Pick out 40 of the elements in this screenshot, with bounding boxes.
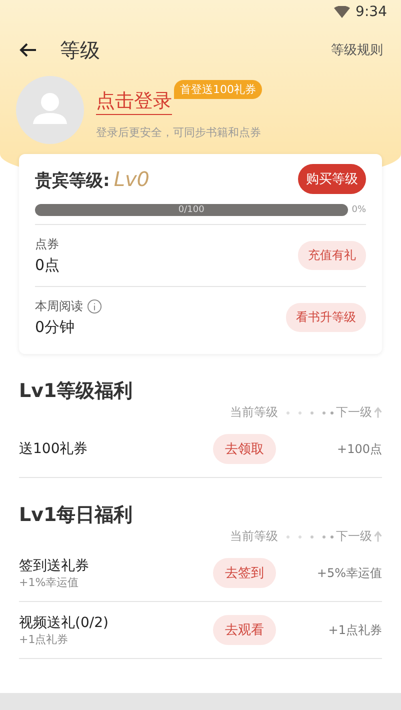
gift-badge: 首登送100礼券 — [174, 80, 262, 99]
section-title: Lv1等级福利 — [19, 379, 134, 404]
action-button[interactable]: 去签到 — [213, 558, 276, 588]
benefit-name: 签到送礼券 — [19, 556, 90, 574]
benefit-subtext: +1点礼券 — [19, 632, 70, 646]
benefit-reward: +1点礼券 — [327, 622, 382, 638]
info-icon[interactable] — [87, 299, 102, 314]
stat-label: 本周阅读 — [35, 298, 83, 315]
section-title: Lv1每日福利 — [19, 503, 134, 528]
benefit-name: 送100礼券 — [19, 440, 89, 458]
benefit-reward: +5%幸运值 — [316, 564, 382, 582]
benefit-name: 视频送礼(0/2) — [19, 614, 110, 632]
stat-label: 点券 — [35, 236, 59, 253]
stat-value: 0分钟 — [35, 318, 76, 337]
current-level-label: 当前等级 — [230, 528, 278, 545]
benefit-reward: +100点 — [336, 440, 382, 458]
page-title: 等级 — [60, 36, 101, 64]
current-level-label: 当前等级 — [230, 404, 278, 421]
up-arrow-icon — [374, 406, 382, 418]
progress-reading: 0/100 — [178, 205, 204, 215]
vip-level: Lv0 — [114, 166, 150, 190]
action-button[interactable]: 去观看 — [213, 615, 276, 645]
status-time: 9:34 — [356, 4, 387, 20]
wifi-icon — [334, 6, 350, 18]
progress-percent: 0% — [352, 205, 366, 215]
benefit-subtext: +1%幸运值 — [19, 574, 80, 590]
stat-value: 0点 — [35, 256, 60, 275]
login-link[interactable]: 点击登录 — [96, 88, 172, 115]
pill-button[interactable]: 看书升等级 — [286, 303, 366, 332]
dots-icon — [284, 534, 334, 540]
rules-link[interactable]: 等级规则 — [331, 41, 383, 59]
login-hint: 登录后更安全，可同步书籍和点券 — [96, 125, 262, 140]
up-arrow-icon — [374, 530, 382, 542]
buy-level-button[interactable]: 购买等级 — [298, 164, 366, 194]
action-button[interactable]: 去领取 — [213, 434, 276, 464]
vip-label: 贵宾等级: — [35, 170, 110, 192]
dots-icon — [284, 410, 334, 416]
next-level-label: 下一级 — [336, 404, 372, 421]
pill-button[interactable]: 充值有礼 — [298, 241, 366, 270]
next-level-label: 下一级 — [336, 528, 372, 545]
